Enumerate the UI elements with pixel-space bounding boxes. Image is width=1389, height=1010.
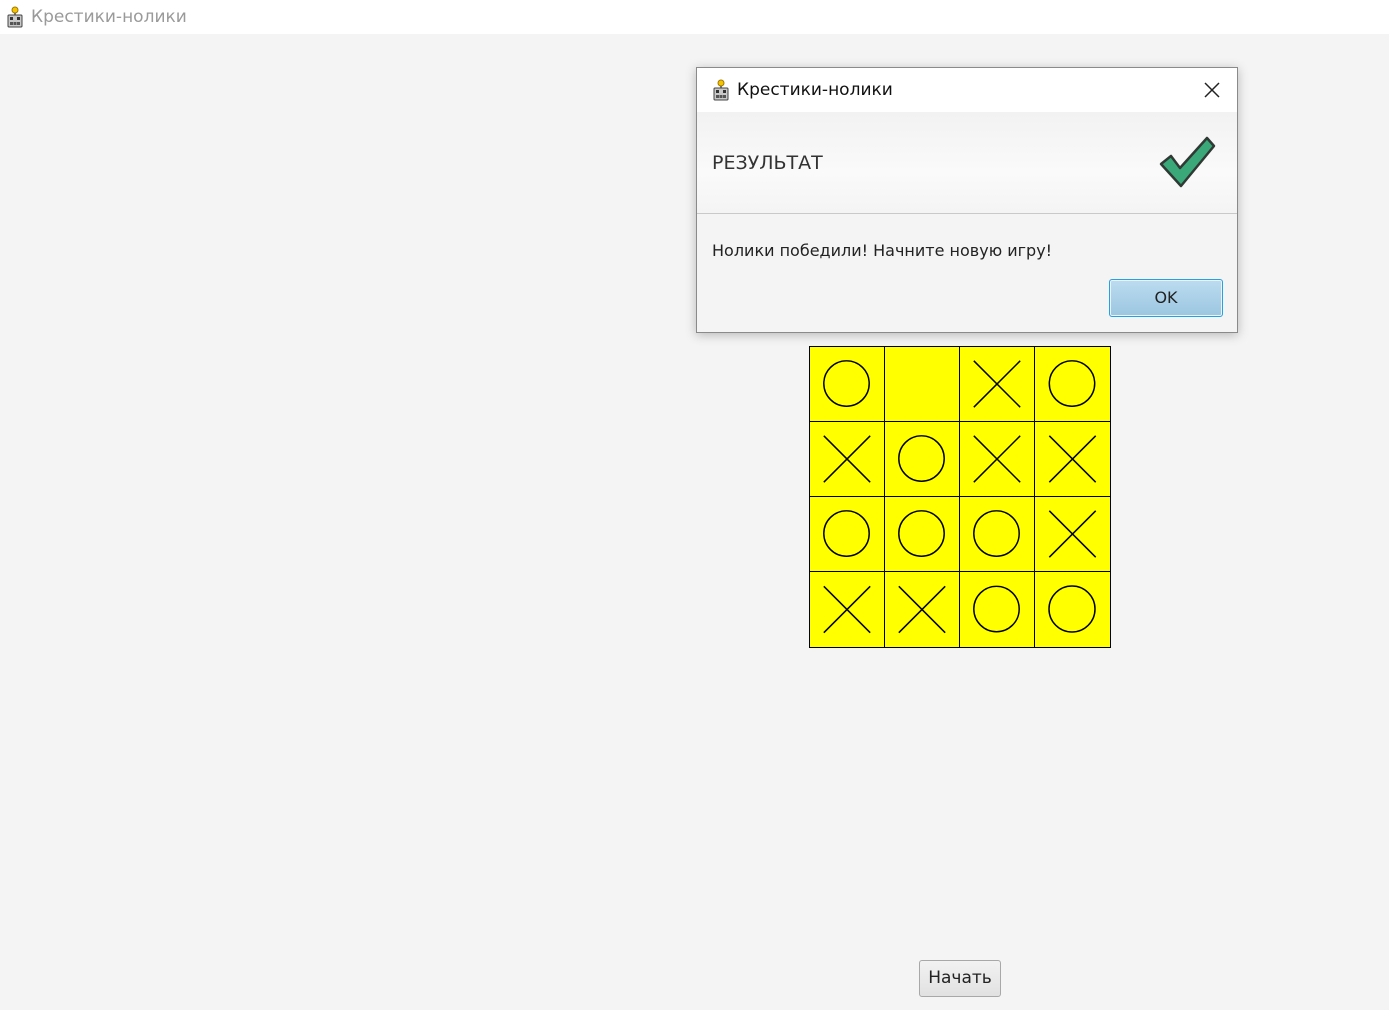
game-board bbox=[809, 346, 1111, 648]
ok-button[interactable]: OK bbox=[1109, 279, 1223, 317]
app-title: Крестики-нолики bbox=[31, 7, 187, 27]
board-cell[interactable] bbox=[960, 572, 1035, 647]
board-cell[interactable] bbox=[810, 497, 885, 572]
result-dialog: Крестики-нолики РЕЗУЛЬТАТ Нолики победил… bbox=[696, 67, 1238, 333]
nought-icon bbox=[1048, 360, 1096, 407]
board-cell[interactable] bbox=[885, 422, 960, 497]
board-cell[interactable] bbox=[1035, 497, 1110, 572]
cross-icon bbox=[1048, 510, 1097, 558]
cross-icon bbox=[1048, 435, 1097, 483]
board-cell[interactable] bbox=[885, 572, 960, 647]
nought-icon bbox=[898, 435, 945, 482]
nought-icon bbox=[823, 360, 870, 407]
board-cell[interactable] bbox=[960, 422, 1035, 497]
board-cell[interactable] bbox=[810, 347, 885, 422]
dialog-header: РЕЗУЛЬТАТ bbox=[697, 112, 1237, 214]
board-cell[interactable] bbox=[960, 347, 1035, 422]
board-cell[interactable] bbox=[885, 497, 960, 572]
board-cell[interactable] bbox=[960, 497, 1035, 572]
dialog-titlebar: Крестики-нолики bbox=[697, 68, 1237, 112]
cross-icon bbox=[823, 435, 871, 483]
cross-icon bbox=[823, 585, 871, 634]
cross-icon bbox=[898, 585, 946, 634]
cross-icon bbox=[973, 360, 1021, 408]
nought-icon bbox=[823, 510, 870, 557]
board-cell[interactable] bbox=[1035, 422, 1110, 497]
board-cell[interactable] bbox=[810, 422, 885, 497]
cross-icon bbox=[973, 435, 1021, 483]
board-cell[interactable] bbox=[810, 572, 885, 647]
close-icon[interactable] bbox=[1199, 77, 1225, 103]
checkmark-icon bbox=[1157, 134, 1217, 190]
start-button[interactable]: Начать bbox=[919, 960, 1001, 997]
dialog-heading: РЕЗУЛЬТАТ bbox=[712, 152, 823, 174]
duke-robot-icon bbox=[5, 6, 25, 28]
nought-icon bbox=[973, 585, 1020, 633]
dialog-message: Нолики победили! Начните новую игру! bbox=[712, 241, 1053, 260]
app-titlebar: Крестики-нолики bbox=[0, 0, 1389, 34]
board-cell[interactable] bbox=[1035, 572, 1110, 647]
nought-icon bbox=[973, 510, 1020, 557]
dialog-title: Крестики-нолики bbox=[737, 80, 893, 100]
duke-robot-icon bbox=[711, 79, 731, 101]
nought-icon bbox=[1048, 585, 1096, 633]
board-cell[interactable] bbox=[885, 347, 960, 422]
nought-icon bbox=[898, 510, 945, 557]
board-cell[interactable] bbox=[1035, 347, 1110, 422]
